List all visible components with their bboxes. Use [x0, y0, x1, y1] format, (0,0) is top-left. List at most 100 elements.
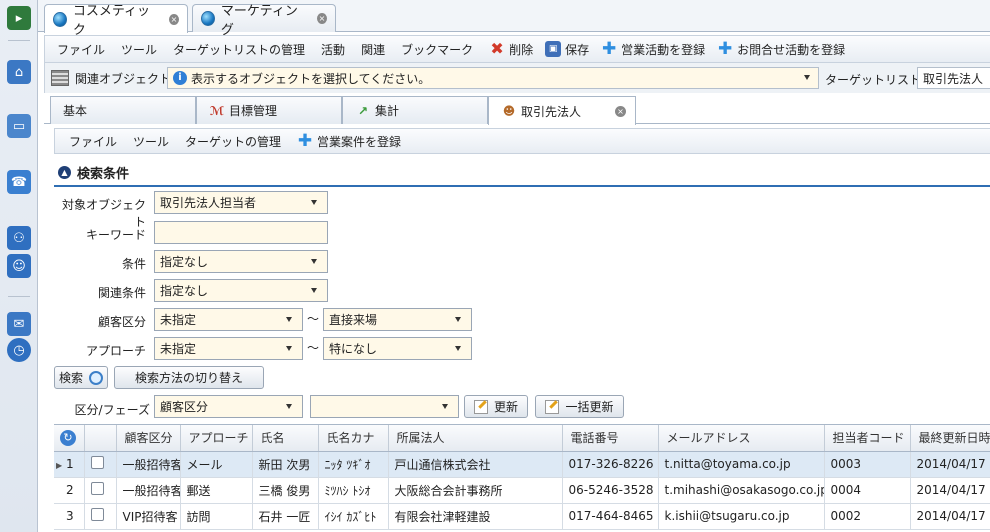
column-header[interactable]: 担当者コード	[824, 425, 911, 452]
related-condition-select[interactable]: 指定なし	[154, 279, 328, 302]
menu-related[interactable]: 関連	[361, 41, 385, 58]
table-row[interactable]: 3 VIP招待客 訪問 石井 一匠 ｲｼｲ ｶｽﾞﾋﾄ 有限会社津軽建設 017…	[54, 503, 990, 530]
tab-goal-management[interactable]: ℳ 目標管理	[196, 96, 342, 124]
phone-icon[interactable]: ☎	[7, 170, 31, 194]
register-inquiry-activity-button[interactable]: ✚ お問合せ活動を登録	[717, 41, 845, 58]
submenu-target-management[interactable]: ターゲットの管理	[185, 133, 281, 150]
card-icon[interactable]: ▭	[7, 114, 31, 138]
menu-bookmark[interactable]: ブックマーク	[401, 41, 473, 58]
cell-phone: 06-5246-3528	[562, 477, 659, 504]
chevron-down-icon	[286, 317, 292, 322]
menu-file[interactable]: ファイル	[57, 41, 105, 58]
cell-customer-type: 一般招待客	[116, 451, 181, 478]
cell-code: 0003	[824, 451, 911, 478]
target-object-label: 対象オブジェクト	[61, 198, 146, 229]
cell-company: 戸山通信株式会社	[388, 451, 563, 478]
cell-approach: メール	[180, 451, 253, 478]
current-row-icon: ▶	[56, 461, 63, 470]
cell-updated: 2014/04/17	[910, 451, 990, 478]
customer-type-from-value: 未指定	[160, 313, 197, 327]
customer-type-from-select[interactable]: 未指定	[154, 308, 303, 331]
bulk-update-button-label: 一括更新	[565, 400, 614, 414]
column-header[interactable]: 氏名	[252, 425, 319, 452]
phase-select[interactable]: 顧客区分	[154, 395, 303, 418]
register-sales-label: 営業活動を登録	[621, 42, 706, 57]
range-tilde: ～	[307, 341, 320, 355]
home-icon[interactable]: ⌂	[7, 60, 31, 84]
search-section-title: 検索条件	[77, 166, 130, 182]
condition-label: 条件	[121, 257, 146, 271]
column-header[interactable]: 氏名カナ	[318, 425, 389, 452]
register-case-button[interactable]: ✚ 営業案件を登録	[297, 133, 401, 150]
approach-to-select[interactable]: 特になし	[323, 337, 472, 360]
submenu-file[interactable]: ファイル	[69, 133, 117, 150]
tab-aggregate[interactable]: ↗ 集計	[342, 96, 488, 124]
target-list-select[interactable]: 取引先法人	[917, 67, 990, 89]
customer-type-to-select[interactable]: 直接来場	[323, 308, 472, 331]
close-icon[interactable]: ×	[316, 13, 327, 24]
clock-icon[interactable]: ◷	[7, 338, 31, 362]
person-icon: ☻	[502, 104, 516, 118]
close-icon[interactable]: ×	[168, 13, 179, 25]
row-checkbox[interactable]	[90, 482, 104, 495]
table-row[interactable]: ▶ 1 一般招待客 メール 新田 次男 ﾆｯﾀ ﾂｷﾞｵ 戸山通信株式会社 01…	[54, 451, 990, 478]
phase-value-select[interactable]	[310, 395, 459, 418]
plus-icon: ✚	[718, 39, 733, 59]
cell-phone: 017-326-8226	[562, 451, 659, 478]
search-section-header[interactable]: ▲ 検索条件	[54, 159, 990, 187]
related-condition-value: 指定なし	[160, 284, 209, 298]
group-icon[interactable]: ⚇	[7, 226, 31, 250]
tab-client-corporation[interactable]: ☻ 取引先法人 ×	[488, 96, 636, 125]
switch-button-label: 検索方法の切り替え	[134, 371, 243, 385]
condition-select[interactable]: 指定なし	[154, 250, 328, 273]
column-header[interactable]: 電話番号	[562, 425, 659, 452]
refresh-icon[interactable]: ↻	[60, 429, 76, 446]
table-row[interactable]: 2 一般招待客 郵送 三橋 俊男 ﾐﾂﾊｼ ﾄｼｵ 大阪総合会計事務所 06-5…	[54, 477, 990, 504]
checkbox-cell	[84, 451, 117, 478]
refresh-cell[interactable]: ↻	[54, 425, 85, 452]
delete-button[interactable]: ✖ 削除	[489, 41, 533, 58]
target-object-select[interactable]: 取引先法人担当者	[154, 191, 328, 214]
collapse-icon[interactable]: ▲	[58, 165, 71, 179]
update-button[interactable]: 更新	[464, 395, 528, 418]
globe-icon	[201, 11, 215, 26]
column-header[interactable]: 所属法人	[388, 425, 563, 452]
approach-from-select[interactable]: 未指定	[154, 337, 303, 360]
row-checkbox[interactable]	[90, 456, 104, 469]
globe-icon	[53, 11, 67, 27]
menu-tools[interactable]: ツール	[121, 41, 157, 58]
register-inquiry-label: お問合せ活動を登録	[737, 42, 846, 57]
cell-approach: 郵送	[180, 477, 253, 504]
row-checkbox[interactable]	[90, 508, 104, 521]
column-header[interactable]: 顧客区分	[116, 425, 181, 452]
goal-icon: ℳ	[209, 103, 225, 118]
person-icon[interactable]: ☺	[7, 254, 31, 278]
document-list-icon	[51, 70, 69, 86]
related-condition-label: 関連条件	[97, 286, 146, 300]
panel-toggle-icon[interactable]: ▸	[7, 6, 31, 30]
related-object-placeholder: 表示するオブジェクトを選択してください。	[191, 71, 431, 86]
tab-label: 目標管理	[229, 104, 278, 118]
tab-basic[interactable]: 基本	[50, 96, 196, 124]
register-sales-activity-button[interactable]: ✚ 営業活動を登録	[601, 41, 705, 58]
save-button[interactable]: ▣ 保存	[545, 41, 589, 58]
close-icon[interactable]: ×	[615, 105, 627, 117]
menu-activity[interactable]: 活動	[321, 41, 345, 58]
column-header[interactable]: アプローチ	[180, 425, 253, 452]
submenu-tools[interactable]: ツール	[133, 133, 169, 150]
menu-target-list[interactable]: ターゲットリストの管理	[173, 41, 305, 58]
bulk-update-button[interactable]: 一括更新	[535, 395, 624, 418]
doc-tab-marketing[interactable]: マーケティング ×	[192, 4, 336, 38]
switch-search-method-button[interactable]: 検索方法の切り替え	[114, 366, 264, 389]
save-label: 保存	[565, 42, 590, 57]
keyword-input[interactable]	[154, 221, 328, 244]
mail-icon[interactable]: ✉	[7, 312, 31, 336]
related-object-select[interactable]: i 表示するオブジェクトを選択してください。	[167, 67, 819, 89]
doc-tab-cosmetic[interactable]: コスメティック ×	[44, 4, 188, 38]
column-header[interactable]: 最終更新日時	[910, 425, 990, 452]
search-button[interactable]: 検索	[54, 366, 108, 389]
related-object-bar: 関連オブジェクト i 表示するオブジェクトを選択してください。 ターゲットリスト…	[44, 63, 990, 93]
plus-icon: ✚	[297, 131, 313, 151]
target-list-value: 取引先法人	[923, 71, 984, 86]
column-header[interactable]: メールアドレス	[658, 425, 825, 452]
